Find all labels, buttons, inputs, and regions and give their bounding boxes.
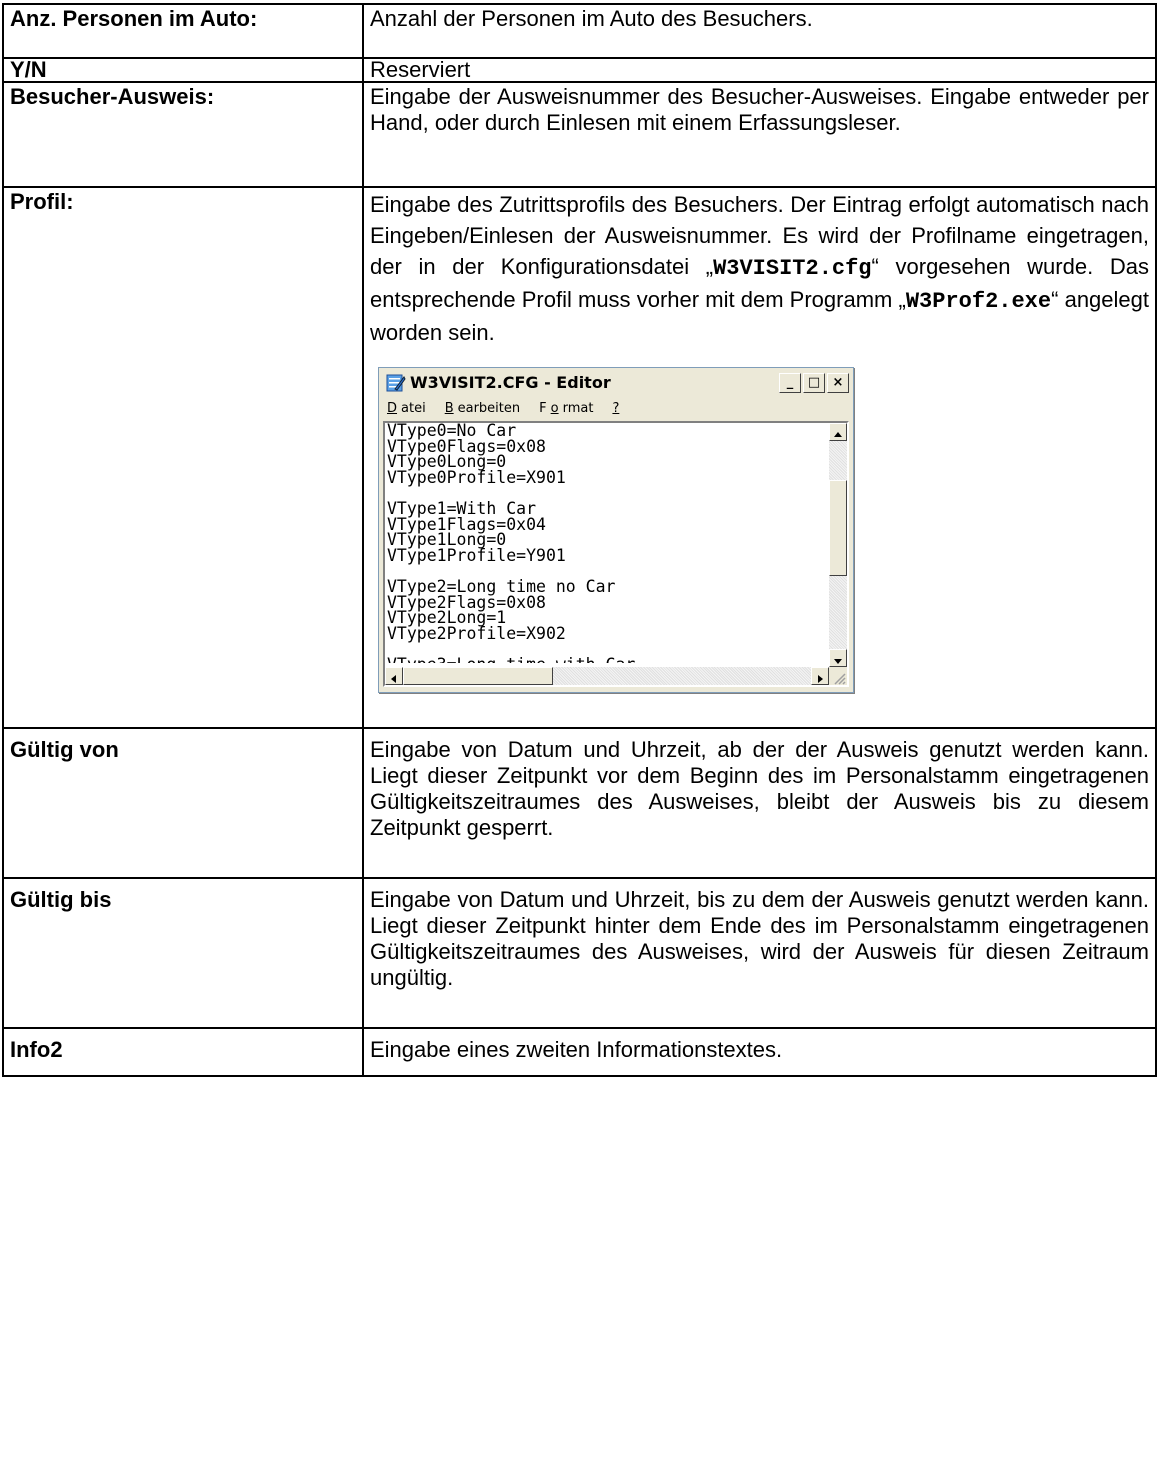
maximize-button[interactable]: □ bbox=[803, 372, 825, 393]
table-row: Besucher-Ausweis: Eingabe der Ausweisnum… bbox=[2, 81, 1157, 188]
program-filename: W3Prof2.exe bbox=[905, 289, 1052, 314]
vertical-scrollbar[interactable] bbox=[829, 423, 847, 667]
definition-table: Anz. Personen im Auto: Anzahl der Person… bbox=[2, 3, 1157, 1077]
scroll-down-button[interactable] bbox=[829, 649, 847, 667]
minimize-button[interactable]: _ bbox=[779, 372, 801, 393]
menu-format[interactable]: Fo rmat bbox=[535, 399, 597, 419]
row-label: Anz. Personen im Auto: bbox=[2, 3, 364, 59]
menu-label bbox=[621, 401, 625, 416]
row-description: Eingabe von Datum und Uhrzeit, ab der de… bbox=[362, 727, 1157, 879]
table-row: Info2 Eingabe eines zweiten Informations… bbox=[2, 1027, 1157, 1077]
arrow-up-icon bbox=[834, 432, 842, 437]
menu-label: earbeiten bbox=[457, 401, 521, 416]
row-label: Info2 bbox=[2, 1027, 364, 1077]
title-bar[interactable]: W3VISIT2.CFG - Editor _ □ × bbox=[381, 370, 851, 395]
menu-label: atei bbox=[401, 401, 426, 416]
arrow-right-icon bbox=[818, 675, 823, 683]
config-content[interactable]: VType0=No Car VType0Flags=0x08 VType0Lon… bbox=[387, 423, 829, 663]
row-description: Eingabe des Zutrittsprofils des Besucher… bbox=[362, 186, 1157, 729]
menu-datei[interactable]: Datei bbox=[383, 399, 430, 419]
menu-accel: B bbox=[444, 401, 454, 416]
close-button[interactable]: × bbox=[827, 372, 849, 393]
profile-description: Eingabe des Zutrittsprofils des Besucher… bbox=[370, 189, 1149, 348]
row-description: Anzahl der Personen im Auto des Besucher… bbox=[362, 3, 1157, 59]
row-description: Eingabe von Datum und Uhrzeit, bis zu de… bbox=[362, 877, 1157, 1029]
row-description: Eingabe der Ausweisnummer des Besucher-A… bbox=[362, 81, 1157, 188]
row-label: Profil: bbox=[2, 186, 364, 729]
config-filename: W3VISIT2.cfg bbox=[713, 256, 872, 281]
menu-accel: ? bbox=[612, 401, 620, 416]
row-description: Reserviert bbox=[362, 57, 1157, 83]
text-editor-area[interactable]: VType0=No Car VType0Flags=0x08 VType0Lon… bbox=[383, 421, 849, 687]
table-row: Gültig von Eingabe von Datum und Uhrzeit… bbox=[2, 727, 1157, 879]
menu-label: rmat bbox=[562, 401, 594, 416]
scroll-up-button[interactable] bbox=[829, 423, 847, 441]
window-title: W3VISIT2.CFG - Editor bbox=[410, 372, 611, 392]
menu-bar: Datei Bearbeiten Fo rmat ? bbox=[383, 399, 627, 419]
table-row: Y/N Reserviert bbox=[2, 57, 1157, 83]
table-row: Anz. Personen im Auto: Anzahl der Person… bbox=[2, 3, 1157, 59]
row-label: Gültig bis bbox=[2, 877, 364, 1029]
menu-accel: o bbox=[550, 401, 559, 416]
horizontal-scroll-thumb[interactable] bbox=[403, 667, 553, 685]
menu-accel: D bbox=[387, 401, 398, 416]
scroll-right-button[interactable] bbox=[811, 667, 829, 685]
row-label: Y/N bbox=[2, 57, 364, 83]
resize-grip-icon[interactable] bbox=[829, 667, 847, 685]
vertical-scroll-thumb[interactable] bbox=[829, 480, 847, 576]
row-description: Eingabe eines zweiten Informationstextes… bbox=[362, 1027, 1157, 1077]
scroll-left-button[interactable] bbox=[385, 667, 403, 685]
notepad-icon bbox=[384, 373, 406, 393]
notepad-window[interactable]: W3VISIT2.CFG - Editor _ □ × Datei Bearbe… bbox=[378, 367, 854, 693]
menu-bearbeiten[interactable]: Bearbeiten bbox=[441, 399, 524, 419]
table-row: Gültig bis Eingabe von Datum und Uhrzeit… bbox=[2, 877, 1157, 1029]
row-label: Besucher-Ausweis: bbox=[2, 81, 364, 188]
menu-label: F bbox=[539, 401, 547, 416]
horizontal-scrollbar[interactable] bbox=[385, 667, 829, 685]
arrow-left-icon bbox=[391, 675, 396, 683]
table-row: Profil: Eingabe des Zutrittsprofils des … bbox=[2, 186, 1157, 729]
row-label: Gültig von bbox=[2, 727, 364, 879]
menu-help[interactable]: ? bbox=[608, 399, 627, 419]
